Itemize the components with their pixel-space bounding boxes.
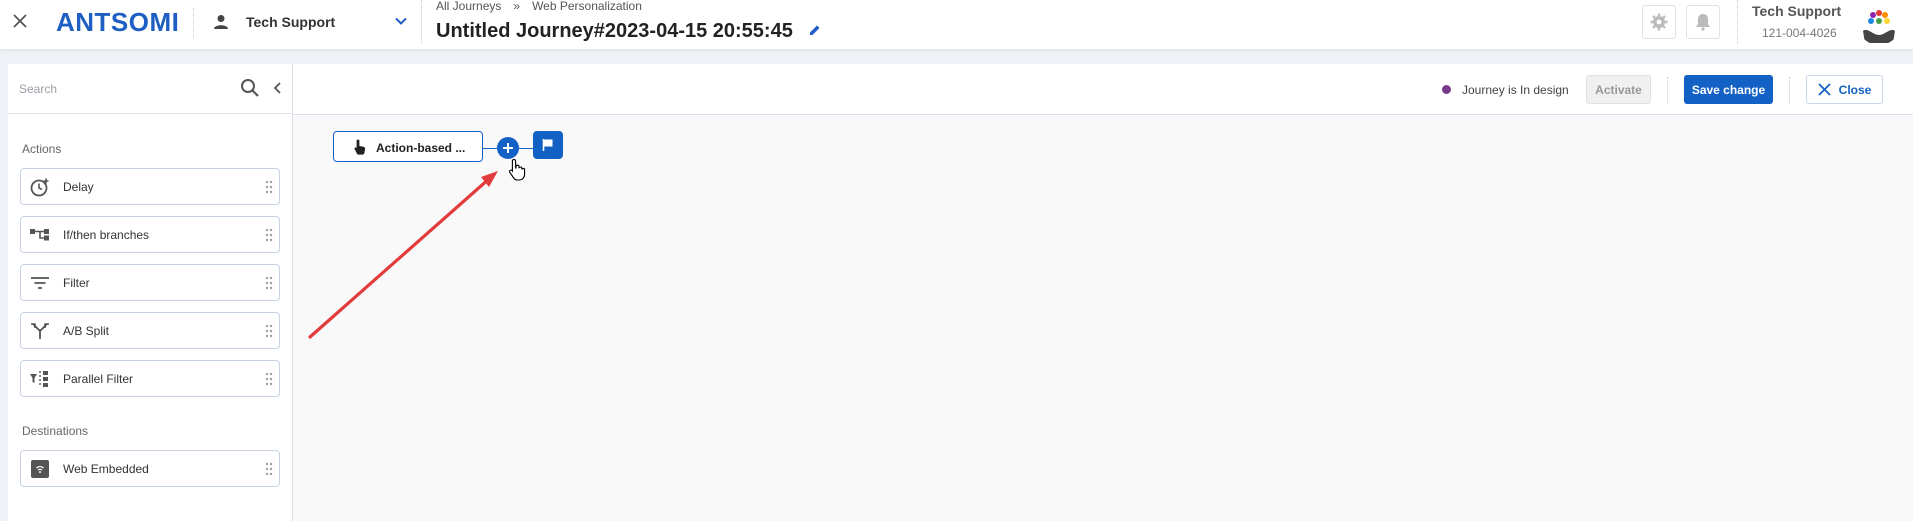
filter-lines-icon (29, 273, 51, 293)
drag-handle-icon[interactable] (265, 228, 273, 242)
flag-icon (542, 139, 553, 151)
sidebar-item-delay[interactable]: Delay (20, 168, 280, 205)
breadcrumb-web-personalization[interactable]: Web Personalization (532, 0, 642, 12)
sidebar-item-label: A/B Split (63, 324, 110, 338)
top-header: ANTSOMI Tech Support All Journeys » Web … (0, 0, 1913, 50)
search-icon[interactable] (240, 78, 260, 103)
actions-heading: Actions (22, 142, 62, 156)
drag-handle-icon[interactable] (265, 324, 273, 338)
save-change-button[interactable]: Save change (1684, 75, 1773, 104)
close-icon[interactable] (8, 9, 32, 33)
notifications-button[interactable] (1686, 5, 1720, 39)
divider (193, 8, 194, 38)
web-embedded-icon (29, 459, 51, 479)
node-sidebar: Actions Delay If/then branches Filter A/… (8, 64, 293, 521)
divider (1667, 77, 1668, 103)
sidebar-item-if-then-branches[interactable]: If/then branches (20, 216, 280, 253)
status-dot (1442, 85, 1451, 94)
user-name: Tech Support (1752, 3, 1842, 19)
divider (421, 0, 422, 44)
sidebar-item-label: Filter (63, 276, 90, 290)
clock-plus-icon (29, 177, 51, 197)
sidebar-search-row (8, 64, 293, 114)
breadcrumb: All Journeys » Web Personalization (436, 0, 642, 12)
pencil-icon[interactable] (808, 23, 822, 42)
sidebar-item-label: Parallel Filter (63, 372, 134, 386)
person-icon (214, 15, 228, 29)
sidebar-item-label: Web Embedded (63, 462, 149, 476)
divider (1737, 0, 1738, 44)
close-button-label: Close (1838, 82, 1872, 97)
drag-handle-icon[interactable] (265, 372, 273, 386)
sidebar-item-label: Delay (63, 180, 94, 194)
drag-handle-icon[interactable] (265, 276, 273, 290)
portal-selector[interactable]: Tech Support (212, 8, 408, 36)
chevron-left-icon[interactable] (271, 81, 283, 100)
end-node[interactable] (533, 131, 563, 159)
search-input[interactable] (19, 78, 234, 100)
brand-logo: ANTSOMI (56, 7, 180, 37)
chevron-down-icon (395, 17, 407, 25)
parallel-filter-icon (29, 369, 51, 389)
connector-line (519, 148, 533, 149)
drag-handle-icon[interactable] (265, 462, 273, 476)
breadcrumb-all-journeys[interactable]: All Journeys (436, 0, 501, 12)
page-title: Untitled Journey#2023-04-15 20:55:45 (436, 20, 793, 42)
bell-icon (1696, 14, 1710, 31)
sidebar-item-ab-split[interactable]: A/B Split (20, 312, 280, 349)
connector-line (483, 148, 497, 149)
divider (1789, 77, 1790, 103)
hand-pointer-icon (354, 139, 366, 155)
journey-status: Journey is In design (1462, 83, 1569, 97)
breadcrumb-separator: » (513, 0, 521, 13)
gear-icon (1650, 13, 1668, 31)
sidebar-item-parallel-filter[interactable]: Parallel Filter (20, 360, 280, 397)
branch-icon (29, 225, 51, 245)
plus-icon (503, 143, 513, 153)
close-button[interactable]: Close (1806, 75, 1883, 104)
sidebar-item-web-embedded[interactable]: Web Embedded (20, 450, 280, 487)
user-id: 121-004-4026 (1762, 26, 1837, 40)
activate-button[interactable]: Activate (1586, 75, 1651, 104)
add-node-button[interactable] (497, 137, 519, 159)
trigger-node[interactable]: Action-based ... (333, 131, 483, 162)
close-icon (1818, 83, 1831, 96)
avatar[interactable] (1857, 1, 1901, 45)
settings-button[interactable] (1642, 5, 1676, 39)
split-icon (29, 321, 51, 341)
trigger-node-label: Action-based ... (376, 141, 466, 155)
destinations-heading: Destinations (22, 424, 89, 438)
drag-handle-icon[interactable] (265, 180, 273, 194)
journey-canvas[interactable] (293, 115, 1913, 521)
sidebar-item-filter[interactable]: Filter (20, 264, 280, 301)
portal-name: Tech Support (246, 14, 336, 30)
sidebar-item-label: If/then branches (63, 228, 150, 242)
canvas-toolbar (293, 64, 1913, 115)
